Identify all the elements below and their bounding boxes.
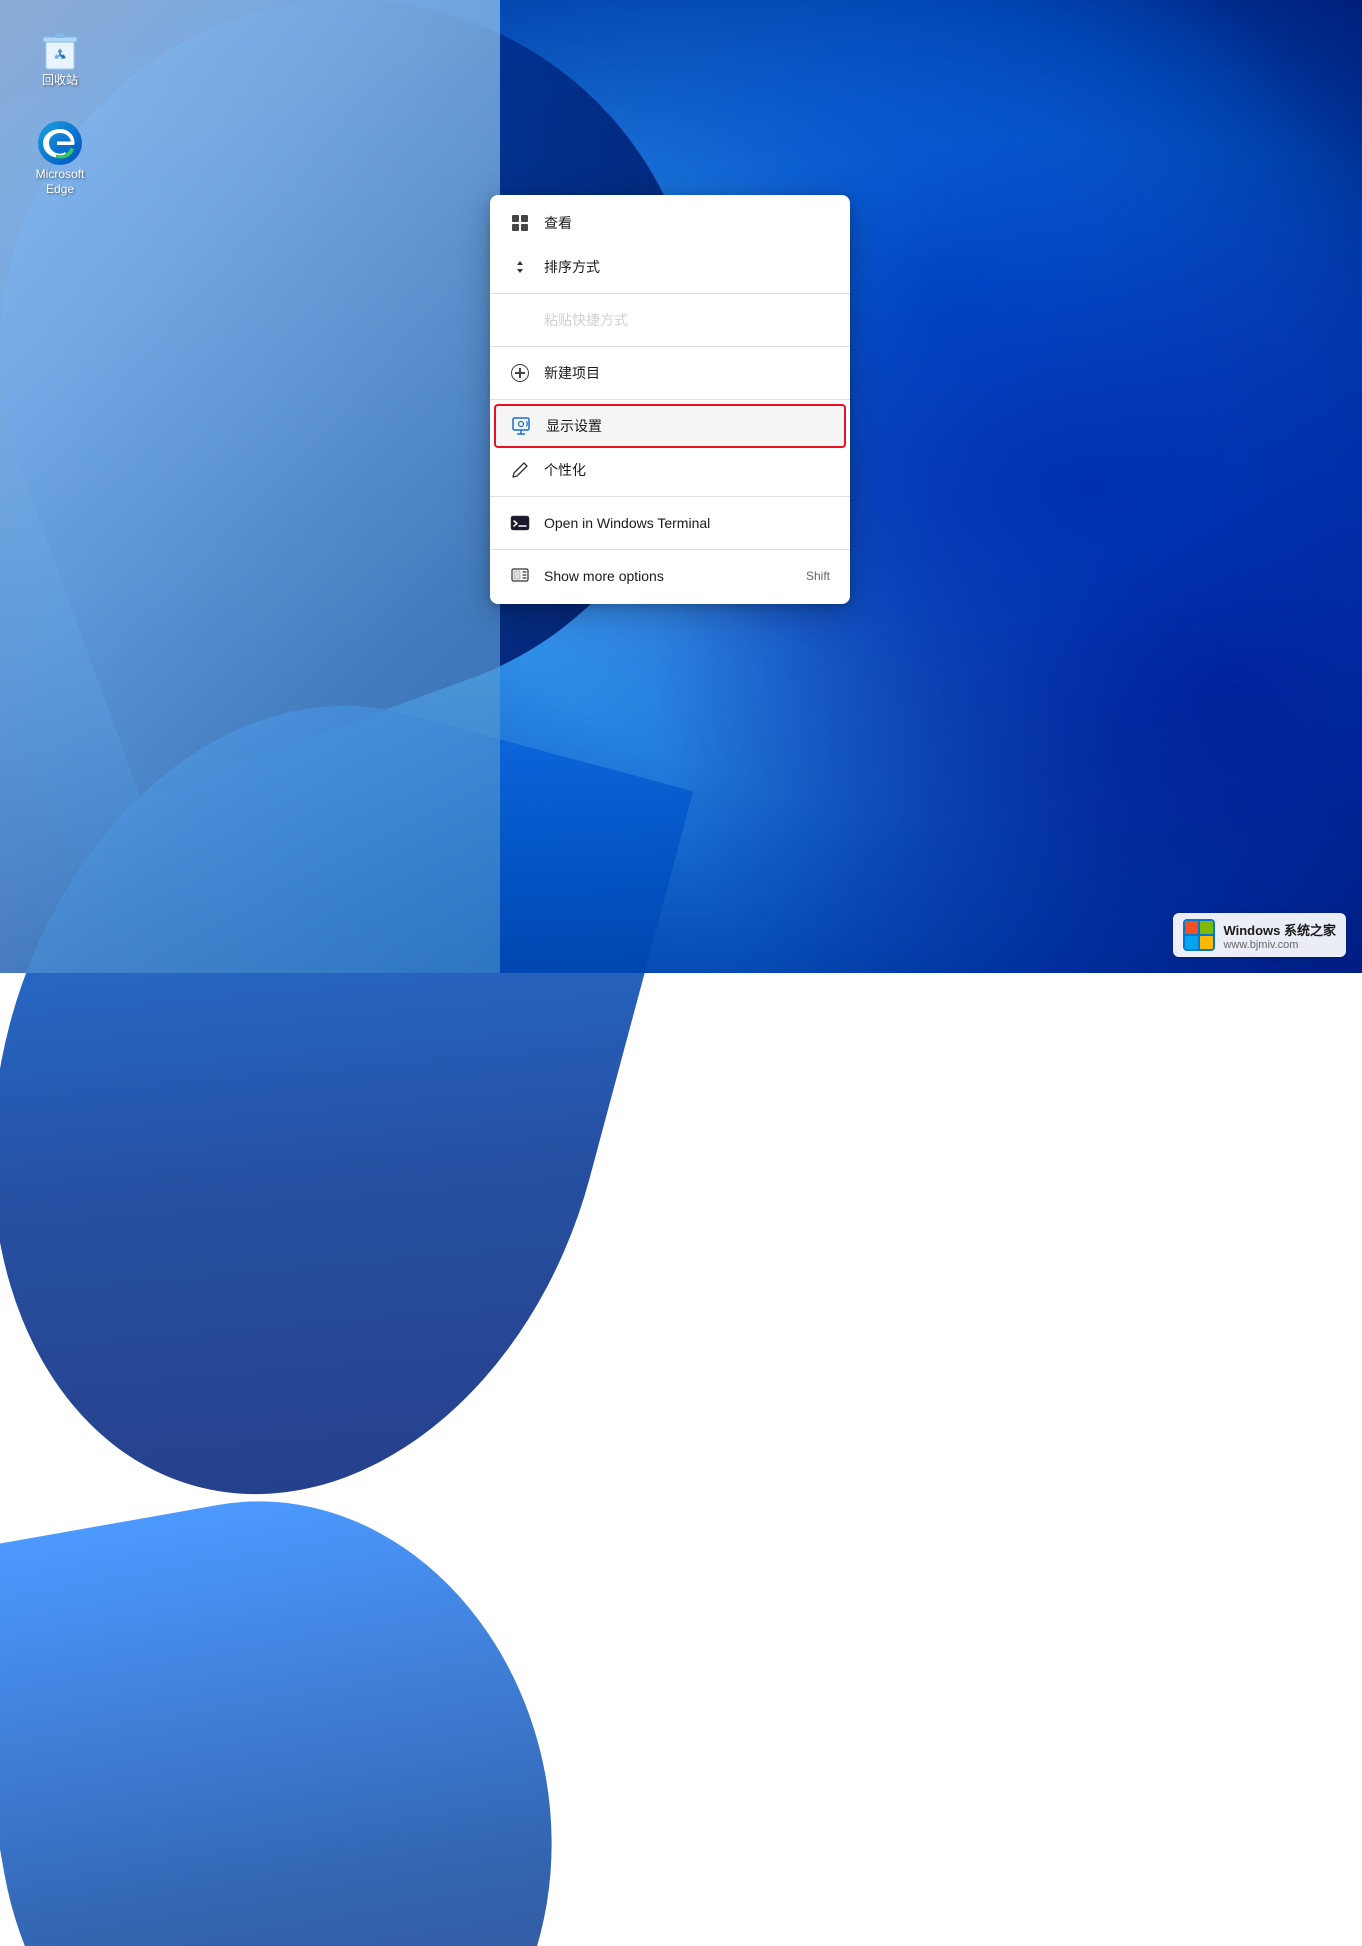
menu-item-open-terminal[interactable]: Open in Windows Terminal (490, 501, 850, 545)
show-more-shortcut: Shift (806, 569, 830, 583)
watermark-url: www.bjmiv.com (1223, 939, 1336, 951)
watermark: Windows 系统之家 www.bjmiv.com (1173, 913, 1346, 957)
terminal-icon (510, 513, 530, 533)
personalize-icon (510, 460, 530, 480)
sort-label: 排序方式 (544, 257, 830, 277)
display-settings-icon (512, 416, 532, 436)
new-item-label: 新建项目 (544, 363, 830, 383)
edge-icon (36, 119, 84, 167)
watermark-logo-icon (1183, 919, 1215, 951)
menu-item-view[interactable]: 查看 (490, 201, 850, 245)
menu-item-display-settings[interactable]: 显示设置 (494, 404, 846, 448)
paste-shortcut-label: 粘贴快捷方式 (544, 310, 830, 330)
divider-4 (490, 496, 850, 497)
menu-item-show-more[interactable]: Show more options Shift (490, 554, 850, 598)
show-more-icon (510, 566, 530, 586)
open-terminal-label: Open in Windows Terminal (544, 515, 830, 531)
divider-5 (490, 549, 850, 550)
view-label: 查看 (544, 213, 830, 233)
recycle-bin-icon (36, 25, 84, 73)
sort-icon (510, 257, 530, 277)
personalize-label: 个性化 (544, 460, 830, 480)
desktop: 回收站 (0, 0, 1362, 973)
watermark-title: Windows 系统之家 (1223, 920, 1336, 939)
divider-1 (490, 293, 850, 294)
menu-item-sort[interactable]: 排序方式 (490, 245, 850, 289)
watermark-text-block: Windows 系统之家 www.bjmiv.com (1223, 920, 1336, 951)
recycle-bin-label: 回收站 (42, 73, 78, 89)
desktop-icon-edge[interactable]: MicrosoftEdge (20, 114, 100, 203)
divider-3 (490, 399, 850, 400)
paste-shortcut-icon (510, 310, 530, 330)
bg-petal-3 (0, 1457, 602, 1946)
edge-label: MicrosoftEdge (36, 167, 85, 198)
menu-item-paste-shortcut: 粘贴快捷方式 (490, 298, 850, 342)
new-item-icon (510, 363, 530, 383)
context-menu: 查看 排序方式 粘贴快捷方式 新建项目 (490, 195, 850, 604)
display-settings-label: 显示设置 (546, 416, 828, 436)
desktop-icons: 回收站 (20, 20, 100, 203)
desktop-icon-recycle-bin[interactable]: 回收站 (20, 20, 100, 94)
menu-item-personalize[interactable]: 个性化 (490, 448, 850, 492)
menu-item-new[interactable]: 新建项目 (490, 351, 850, 395)
show-more-label: Show more options (544, 568, 806, 584)
view-icon (510, 213, 530, 233)
divider-2 (490, 346, 850, 347)
